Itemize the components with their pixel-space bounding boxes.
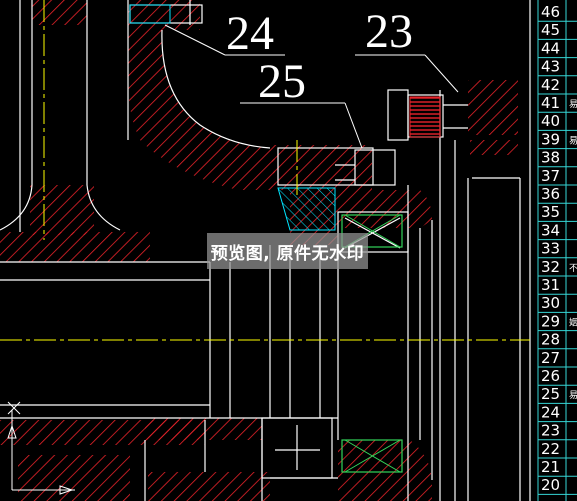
table-row-number: 26 (541, 367, 560, 385)
table-row-number: 43 (541, 58, 560, 76)
table-row-number: 31 (541, 276, 560, 294)
table-row-number: 35 (541, 203, 560, 221)
table-row-number: 24 (541, 403, 560, 421)
table-row-number: 40 (541, 112, 560, 130)
table-row-number: 21 (541, 458, 560, 476)
table-row-number: 20 (541, 476, 560, 494)
table-row-note: 易 (569, 99, 577, 110)
table-row-number: 38 (541, 149, 560, 167)
table-row-number: 41 (541, 94, 560, 112)
table-row-note: 易 (569, 390, 577, 401)
table-row-number: 36 (541, 185, 560, 203)
bolt-thread (409, 96, 441, 138)
table-row-number: 46 (541, 3, 560, 21)
table-row-number: 33 (541, 240, 560, 258)
table-row-number: 30 (541, 294, 560, 312)
table-row-note: 姻 (569, 316, 577, 328)
table-row-number: 25 (541, 385, 560, 403)
table-row-number: 29 (541, 312, 560, 330)
parts-list-table: 464544434241 易 4039 易 38373635343332 不 313029 姻… (537, 0, 577, 501)
table-row-number: 23 (541, 422, 560, 440)
table-row-number: 32 (541, 258, 560, 276)
table-row-number: 44 (541, 39, 560, 57)
table-row-note: 易 (569, 135, 577, 146)
table-row-number: 39 (541, 130, 560, 148)
callout-25: 25 (258, 55, 306, 108)
table-row-number: 34 (541, 221, 560, 239)
table-row-note: 不 (569, 263, 577, 274)
table-row-number: 45 (541, 21, 560, 39)
table-row-number: 28 (541, 331, 560, 349)
callout-24: 24 (226, 7, 274, 60)
preview-watermark: 预览图, 原件无水印 (207, 233, 368, 269)
table-row-number: 37 (541, 167, 560, 185)
table-row-number: 27 (541, 349, 560, 367)
table-row-number: 42 (541, 76, 560, 94)
table-row-number: 22 (541, 440, 560, 458)
callout-23: 23 (365, 5, 413, 58)
